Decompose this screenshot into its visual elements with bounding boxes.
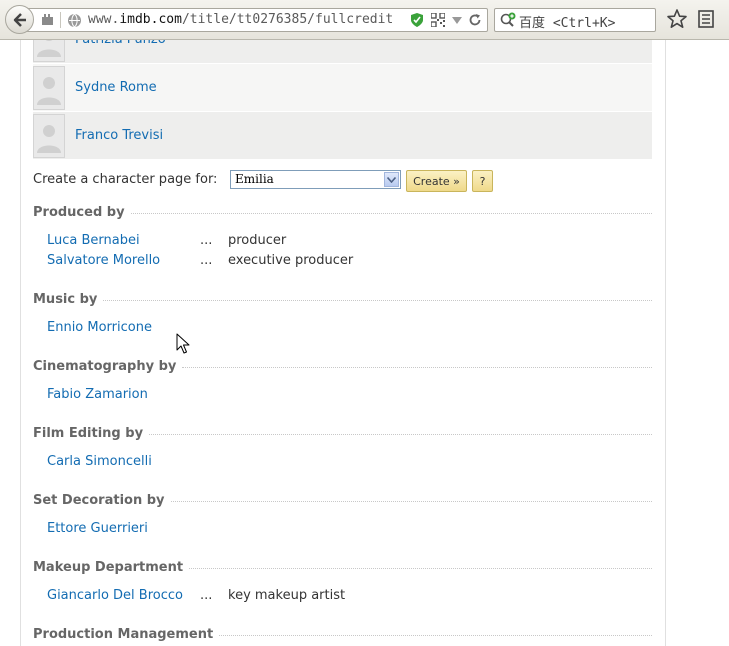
section-title: Music by — [33, 292, 98, 307]
cast-name-link[interactable]: Sydne Rome — [75, 80, 157, 95]
person-placeholder-icon — [37, 125, 61, 153]
search-bar[interactable]: 百度 <Ctrl+K> — [494, 8, 656, 32]
person-placeholder-icon — [37, 77, 61, 105]
character-select-value: Emilia — [235, 172, 274, 186]
shield-icon[interactable] — [410, 12, 424, 28]
search-engine-icon[interactable] — [500, 12, 517, 28]
character-page-label: Create a character page for: — [33, 172, 218, 187]
credit-row: Salvatore Morello ... executive producer — [47, 253, 353, 268]
section-divider — [130, 213, 652, 214]
section-title: Makeup Department — [33, 560, 184, 575]
credit-row: Ennio Morricone — [47, 320, 152, 335]
credit-name-link[interactable]: Ettore Guerrieri — [47, 521, 148, 536]
cast-row: Franco Trevisi — [33, 112, 652, 160]
credit-name-link[interactable]: Fabio Zamarion — [47, 387, 148, 402]
section-heading: Film Editing by — [33, 426, 652, 441]
section-divider — [189, 568, 652, 569]
character-select[interactable]: Emilia — [230, 170, 401, 189]
search-placeholder: 百度 <Ctrl+K> — [519, 16, 616, 31]
credit-name-link[interactable]: Salvatore Morello — [47, 253, 160, 268]
section-divider — [103, 300, 652, 301]
credit-row: Ettore Guerrieri — [47, 521, 148, 536]
url-text[interactable]: www.imdb.com/title/tt0276385/fullcredit — [88, 12, 406, 27]
reload-icon[interactable] — [468, 13, 482, 27]
url-domain: imdb.com — [119, 12, 182, 27]
section-heading: Music by — [33, 292, 652, 307]
credit-row: Luca Bernabei ... producer — [47, 233, 286, 248]
mouse-cursor-icon — [176, 333, 190, 354]
bookmark-star-icon[interactable] — [666, 8, 688, 30]
section-title: Production Management — [33, 627, 214, 642]
create-button[interactable]: Create » — [406, 170, 467, 192]
credit-row: Carla Simoncelli — [47, 454, 152, 469]
credit-dots: ... — [200, 233, 213, 248]
help-button[interactable]: ? — [472, 170, 493, 192]
credit-name-link[interactable]: Luca Bernabei — [47, 233, 140, 248]
credit-dots: ... — [200, 253, 213, 268]
section-title: Produced by — [33, 205, 125, 220]
section-title: Film Editing by — [33, 426, 144, 441]
select-arrow-icon[interactable] — [384, 172, 399, 187]
credit-row: Fabio Zamarion — [47, 387, 148, 402]
section-divider — [170, 501, 652, 502]
back-arrow-icon — [13, 12, 26, 27]
cast-row: Sydne Rome — [33, 64, 652, 112]
credit-name-link[interactable]: Carla Simoncelli — [47, 454, 152, 469]
credit-row: Giancarlo Del Brocco ... key makeup arti… — [47, 588, 345, 603]
cast-name-link[interactable]: Franco Trevisi — [75, 128, 163, 143]
section-heading: Set Decoration by — [33, 493, 652, 508]
address-bar[interactable]: www.imdb.com/title/tt0276385/fullcredit — [26, 8, 488, 32]
credit-role: producer — [228, 233, 287, 248]
globe-icon — [68, 13, 81, 28]
bookmarks-list-icon[interactable] — [697, 10, 715, 28]
section-heading: Cinematography by — [33, 359, 652, 374]
section-heading: Produced by — [33, 205, 652, 220]
avatar[interactable] — [33, 66, 65, 110]
section-divider — [182, 367, 652, 368]
section-heading: Makeup Department — [33, 560, 652, 575]
avatar[interactable] — [33, 114, 65, 158]
section-divider — [219, 635, 652, 636]
section-title: Cinematography by — [33, 359, 177, 374]
dropdown-arrow-icon[interactable] — [452, 17, 462, 24]
credit-role: executive producer — [228, 253, 354, 268]
credit-dots: ... — [200, 588, 213, 603]
back-button[interactable] — [5, 5, 34, 34]
browser-toolbar: www.imdb.com/title/tt0276385/fullcredit … — [0, 0, 729, 40]
section-title: Set Decoration by — [33, 493, 165, 508]
section-divider — [149, 434, 652, 435]
address-separator — [60, 12, 61, 28]
qr-code-icon[interactable] — [431, 13, 445, 27]
url-prefix: www. — [88, 12, 120, 27]
credit-name-link[interactable]: Giancarlo Del Brocco — [47, 588, 183, 603]
credit-role: key makeup artist — [228, 588, 346, 603]
credit-name-link[interactable]: Ennio Morricone — [47, 320, 152, 335]
tabs-icon[interactable] — [41, 14, 55, 26]
url-path: /title/tt0276385/fullcredit — [181, 12, 394, 27]
section-heading: Production Management — [33, 627, 652, 642]
